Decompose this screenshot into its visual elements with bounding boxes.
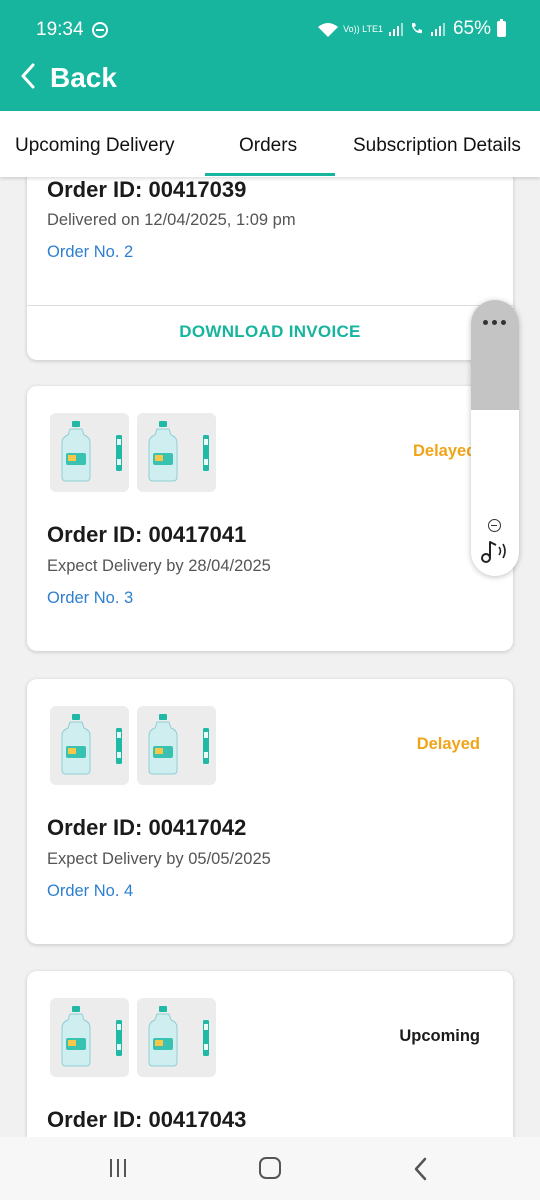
product-thumbnail [137, 706, 216, 785]
more-options-icon[interactable] [483, 320, 506, 325]
status-badge: Delayed [416, 735, 480, 753]
wifi-call-icon [409, 21, 425, 37]
order-date: Delivered on 12/04/2025, 1:09 pm [47, 211, 296, 229]
product-thumbnail [137, 998, 216, 1077]
divider [27, 305, 513, 306]
chevron-left-icon [20, 63, 36, 94]
order-number-link[interactable]: Order No. 3 [47, 589, 133, 608]
do-not-disturb-icon [92, 22, 108, 38]
order-card[interactable]: Delayed Order ID: 00417042 Expect Delive… [27, 679, 513, 944]
water-jar-icon [137, 1006, 216, 1077]
product-thumbnail [50, 998, 129, 1077]
status-badge: Delayed [413, 442, 471, 460]
water-jar-icon [50, 1006, 129, 1077]
floating-panel-handle[interactable] [471, 300, 519, 410]
battery-icon [497, 19, 506, 37]
recent-apps-icon[interactable] [108, 1159, 130, 1179]
water-jar-icon [137, 421, 216, 492]
back-label: Back [50, 62, 117, 93]
order-card[interactable]: Delayed Order ID: 00417041 Expect Delive… [27, 386, 513, 651]
water-jar-icon [50, 714, 129, 785]
back-button[interactable]: Back [20, 58, 117, 98]
home-icon[interactable] [259, 1157, 281, 1179]
product-thumbnail [137, 413, 216, 492]
tab-subscription-details[interactable]: Subscription Details [353, 135, 521, 157]
water-jar-icon [137, 714, 216, 785]
order-date: Expect Delivery by 05/05/2025 [47, 850, 271, 868]
order-card[interactable]: Order ID: 00417039 Delivered on 12/04/20… [27, 150, 513, 360]
tab-orders[interactable]: Orders [239, 135, 297, 157]
app-header: 19:34 Vo)) LTE1 65% Back [0, 0, 540, 111]
signal-icon [388, 22, 403, 36]
status-bar: 19:34 Vo)) LTE1 65% [0, 0, 540, 60]
status-icons: Vo)) LTE1 65% [317, 18, 506, 40]
order-date: Expect Delivery by 28/04/2025 [47, 557, 271, 575]
order-id: Order ID: 00417042 [47, 815, 247, 840]
order-id: Order ID: 00417039 [47, 177, 247, 202]
product-thumbnail [50, 413, 129, 492]
water-jar-icon [50, 421, 129, 492]
order-id: Order ID: 00417041 [47, 522, 247, 547]
active-tab-indicator [205, 173, 335, 176]
order-number-link[interactable]: Order No. 2 [47, 243, 133, 262]
status-time: 19:34 [36, 19, 84, 40]
download-invoice-button[interactable]: DOWNLOAD INVOICE [27, 322, 513, 342]
order-number-link[interactable]: Order No. 4 [47, 882, 133, 901]
product-thumbnail [50, 706, 129, 785]
signal-icon-2 [430, 22, 445, 36]
tab-upcoming-delivery[interactable]: Upcoming Delivery [15, 135, 174, 157]
system-back-icon[interactable] [413, 1157, 427, 1186]
wifi-icon [317, 22, 339, 37]
status-badge: Upcoming [399, 1027, 480, 1045]
tab-bar: Upcoming Delivery Orders Subscription De… [0, 111, 540, 177]
system-navigation-bar [0, 1137, 540, 1200]
battery-percent: 65% [452, 18, 491, 39]
order-id: Order ID: 00417043 [47, 1107, 247, 1132]
floating-media-panel[interactable] [471, 300, 519, 576]
lte-badge: Vo)) LTE1 [343, 23, 383, 34]
minimize-icon[interactable] [488, 519, 501, 532]
music-note-icon[interactable] [480, 538, 510, 569]
